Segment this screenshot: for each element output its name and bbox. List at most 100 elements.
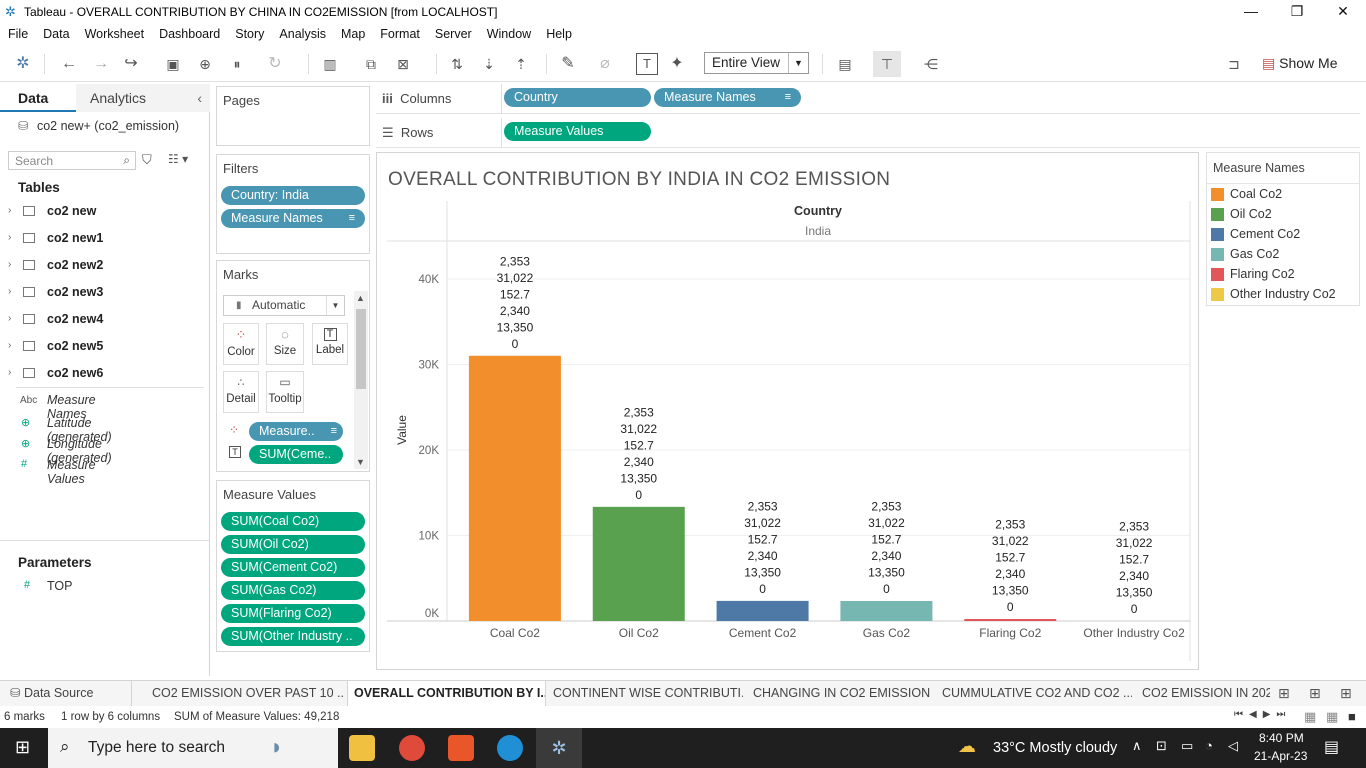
tableau-taskbar-icon[interactable]: ✲ — [536, 728, 582, 768]
tab-analytics[interactable]: Analytics ‹ — [76, 84, 210, 112]
show-me-button[interactable]: ▤ Show Me — [1262, 55, 1337, 72]
close-icon[interactable]: ✕ — [1320, 0, 1366, 24]
mark-type-dropdown[interactable]: ▮ Automatic ▼ — [223, 295, 345, 316]
menu-window[interactable]: Window — [487, 27, 531, 41]
weather-text[interactable]: 33°C Mostly cloudy — [993, 740, 1117, 756]
meet-now-icon[interactable]: ⊡ — [1156, 738, 1167, 754]
tooltip-button[interactable]: ▭ Tooltip — [266, 371, 304, 413]
new-story-icon[interactable]: ⊞ — [1340, 685, 1352, 702]
new-datasource-icon[interactable]: ⊕ — [194, 54, 216, 74]
measure-pill[interactable]: SUM(Coal Co2) — [221, 512, 365, 531]
tableau-start-icon[interactable]: ✲ — [12, 54, 34, 74]
pause-updates-icon[interactable]: ⏸ — [226, 54, 248, 74]
table-item[interactable]: › co2 new — [0, 202, 210, 224]
sheet-tab-active[interactable]: OVERALL CONTRIBUTION BY I... — [347, 681, 546, 706]
menu-format[interactable]: Format — [380, 27, 420, 41]
sheet-tab[interactable]: CONTINENT WISE CONTRIBUTI... — [547, 681, 743, 706]
scroll-up-icon[interactable]: ▲ — [356, 293, 365, 303]
sheet-tab[interactable]: CO2 EMISSION IN 2020 — [1136, 681, 1270, 706]
new-worksheet-icon[interactable]: ⊞ — [1278, 685, 1290, 702]
table-item[interactable]: › co2 new1 — [0, 229, 210, 251]
undo-icon[interactable]: ← — [58, 54, 80, 74]
measure-pill[interactable]: SUM(Flaring Co2) — [221, 604, 365, 623]
marks-pill-sum-cement[interactable]: SUM(Ceme.. — [249, 445, 343, 464]
taskbar-search-box[interactable]: ⌕ Type here to search ◗ — [48, 728, 338, 768]
share-icon[interactable]: ⋲ — [920, 54, 942, 74]
sheet-tab[interactable]: CO2 EMISSION OVER PAST 10 ... — [144, 681, 344, 706]
highlight-icon[interactable]: ✎ — [557, 54, 579, 74]
menu-worksheet[interactable]: Worksheet — [85, 27, 145, 41]
microsoft-store-icon[interactable] — [448, 735, 474, 761]
new-dashboard-icon[interactable]: ⊞ — [1309, 685, 1321, 702]
chevron-right-icon[interactable]: › — [8, 367, 11, 378]
marks-scrollbar[interactable]: ▲ ▼ — [354, 291, 368, 469]
measure-pill[interactable]: SUM(Other Industry .. — [221, 627, 365, 646]
new-worksheet-icon[interactable]: ▥ — [319, 54, 341, 74]
rows-pill-measure-values[interactable]: Measure Values — [504, 122, 651, 141]
search-field[interactable]: Search ⌕ — [8, 151, 136, 170]
tabs-view-icon[interactable]: ■ — [1348, 709, 1356, 724]
label-button[interactable]: T Label — [312, 323, 348, 365]
duplicate-sheet-icon[interactable]: ⧉ — [360, 54, 382, 74]
clock-date[interactable]: 21-Apr-23 — [1254, 749, 1307, 763]
rows-shelf[interactable]: ☰ Rows Measure Values — [376, 118, 1360, 148]
measure-pill[interactable]: SUM(Cement Co2) — [221, 558, 365, 577]
marks-pill-measure-names[interactable]: Measure.. ≡ — [249, 422, 343, 441]
restore-icon[interactable]: ❐ — [1274, 0, 1320, 24]
chrome-icon[interactable] — [399, 735, 425, 761]
sheet-tab[interactable]: CUMMULATIVE CO2 AND CO2 ... — [936, 681, 1132, 706]
show-mark-labels-icon[interactable]: T — [636, 53, 658, 75]
table-item[interactable]: › co2 new2 — [0, 256, 210, 278]
notifications-icon[interactable]: ▤ — [1324, 737, 1339, 757]
chevron-right-icon[interactable]: › — [8, 340, 11, 351]
chevron-right-icon[interactable]: › — [8, 313, 11, 324]
menu-map[interactable]: Map — [341, 27, 365, 41]
refresh-icon[interactable]: ↻ — [264, 54, 286, 74]
sort-descending-icon[interactable]: ⇡ — [510, 54, 532, 74]
windows-start-icon[interactable]: ⊞ — [15, 737, 30, 758]
columns-shelf[interactable]: iii Columns Country Measure Names ≡ — [376, 84, 1360, 114]
clear-sheet-icon[interactable]: ⊠ — [392, 54, 414, 74]
filter-pill-measure-names[interactable]: Measure Names ≡ — [221, 209, 365, 228]
fit-dropdown[interactable]: Entire View ▼ — [704, 52, 809, 74]
battery-icon[interactable]: ▭ — [1181, 738, 1193, 754]
tab-data[interactable]: Data — [0, 84, 76, 112]
measure-pill[interactable]: SUM(Oil Co2) — [221, 535, 365, 554]
menu-story[interactable]: Story — [235, 27, 264, 41]
fix-axes-icon[interactable]: ✦ — [666, 54, 688, 74]
menu-data[interactable]: Data — [43, 27, 69, 41]
pages-card[interactable]: Pages — [216, 86, 370, 146]
sort-ascending-icon[interactable]: ⇣ — [478, 54, 500, 74]
redo-icon[interactable]: → — [90, 54, 112, 74]
chevron-right-icon[interactable]: › — [8, 259, 11, 270]
datasource-item[interactable]: ⛁ co2 new+ (co2_emission) — [18, 118, 179, 133]
menu-help[interactable]: Help — [546, 27, 572, 41]
menu-dashboard[interactable]: Dashboard — [159, 27, 220, 41]
view-options-icon[interactable]: ☷ ▾ — [168, 152, 188, 166]
menu-file[interactable]: File — [8, 27, 28, 41]
chevron-right-icon[interactable]: › — [8, 232, 11, 243]
color-button[interactable]: ⁘ Color — [223, 323, 259, 365]
group-members-icon[interactable]: ⌀ — [594, 54, 616, 74]
filter-pill-country[interactable]: Country: India — [221, 186, 365, 205]
data-source-tab[interactable]: ⛁ Data Source — [0, 681, 132, 706]
sheet-navigation-icon[interactable]: ⏮◀▶⏭ — [1234, 709, 1291, 720]
volume-icon[interactable]: ◁ — [1228, 738, 1238, 754]
save-icon[interactable]: ▣ — [162, 54, 184, 74]
chevron-right-icon[interactable]: › — [8, 205, 11, 216]
table-item[interactable]: › co2 new6 — [0, 364, 210, 386]
table-item[interactable]: › co2 new3 — [0, 283, 210, 305]
edge-icon[interactable] — [497, 735, 523, 761]
swap-rows-columns-icon[interactable]: ⇅ — [446, 54, 468, 74]
presentation-mode-icon[interactable]: ⊤ — [873, 51, 901, 77]
scrollbar-thumb[interactable] — [356, 309, 366, 389]
file-explorer-icon[interactable] — [349, 735, 375, 761]
highlighter-icon[interactable]: ⊐ — [1223, 54, 1245, 74]
size-button[interactable]: ◌ Size — [266, 323, 304, 365]
show-cards-icon[interactable]: ▤ — [834, 54, 856, 74]
chevron-up-icon[interactable]: ∧ — [1132, 738, 1142, 754]
clock-time[interactable]: 8:40 PM — [1259, 731, 1304, 745]
minimize-icon[interactable]: — — [1228, 0, 1274, 24]
collapse-pane-icon[interactable]: ‹ — [197, 84, 202, 112]
table-item[interactable]: › co2 new5 — [0, 337, 210, 359]
